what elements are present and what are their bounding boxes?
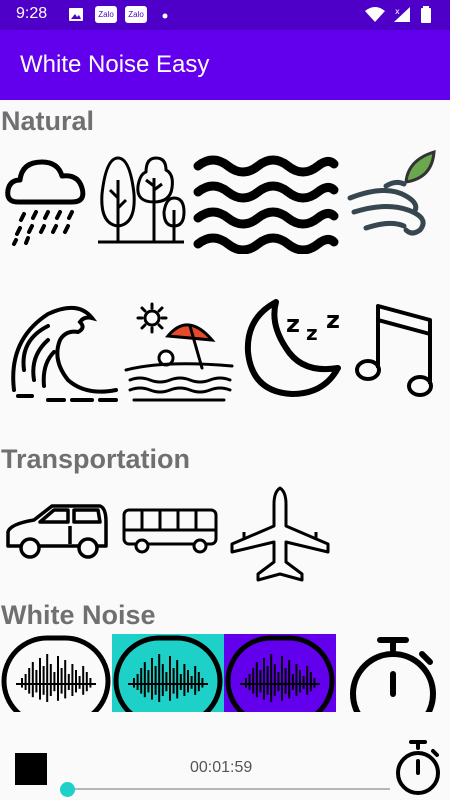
status-bar: 9:28 Zalo Zalo x (0, 0, 450, 30)
sound-tile-car[interactable] (4, 500, 110, 562)
timer-button[interactable] (393, 739, 443, 797)
music-note-icon (355, 304, 433, 397)
white-noise-teal-icon (113, 635, 223, 714)
sound-tile-music[interactable] (354, 298, 436, 400)
dot-icon (162, 13, 168, 19)
player-bar: 00:01:59 (0, 712, 450, 800)
sound-tile-white-noise-teal[interactable] (112, 634, 224, 714)
sound-tile-sleep[interactable]: z z z (240, 296, 348, 398)
sound-tile-bus[interactable] (122, 506, 218, 556)
wifi-icon (365, 7, 385, 22)
zalo-notification-icon: Zalo (125, 6, 147, 23)
forest-icon (98, 156, 186, 244)
sound-tile-rain[interactable] (2, 150, 90, 248)
section-title-natural: Natural (1, 106, 95, 136)
sound-tile-ocean-wave[interactable] (8, 300, 120, 405)
sound-tile-timer[interactable] (346, 636, 440, 714)
ocean-wave-icon (11, 306, 118, 402)
timer-icon (350, 637, 436, 714)
sound-tile-waves[interactable] (192, 150, 340, 254)
airplane-icon (230, 486, 330, 582)
sound-tile-beach[interactable] (124, 300, 234, 405)
white-noise-icon (1, 635, 111, 714)
app-bar: White Noise Easy (0, 30, 450, 100)
gallery-icon (69, 8, 83, 21)
progress-thumb[interactable] (59, 782, 75, 797)
zalo-notification-icon: Zalo (95, 6, 117, 23)
section-title-transportation: Transportation (1, 444, 191, 474)
sound-tile-white-noise-purple[interactable] (224, 634, 336, 714)
rain-icon (5, 159, 86, 246)
beach-icon (124, 302, 234, 402)
waves-icon (193, 155, 339, 254)
sleep-moon-icon: z z z (244, 299, 341, 397)
battery-icon (421, 6, 431, 23)
sound-tile-wind[interactable] (346, 150, 446, 246)
progress-track[interactable] (60, 788, 390, 790)
svg-text:z: z (306, 321, 318, 345)
bus-icon (122, 508, 218, 554)
car-icon (6, 504, 108, 559)
signal-icon: x (394, 7, 410, 22)
white-noise-purple-icon (225, 635, 335, 714)
sound-tile-airplane[interactable] (230, 486, 330, 584)
section-title-white-noise: White Noise (1, 600, 156, 630)
svg-text:z: z (286, 310, 300, 338)
svg-text:x: x (395, 7, 400, 16)
sound-tile-forest[interactable] (96, 150, 186, 248)
wind-icon (347, 150, 436, 236)
elapsed-time: 00:01:59 (190, 759, 253, 776)
status-time: 9:28 (16, 5, 48, 22)
stop-button[interactable] (15, 753, 47, 785)
app-title: White Noise Easy (20, 51, 210, 78)
svg-text:z: z (326, 306, 340, 334)
sound-tile-white-noise[interactable] (0, 634, 112, 714)
